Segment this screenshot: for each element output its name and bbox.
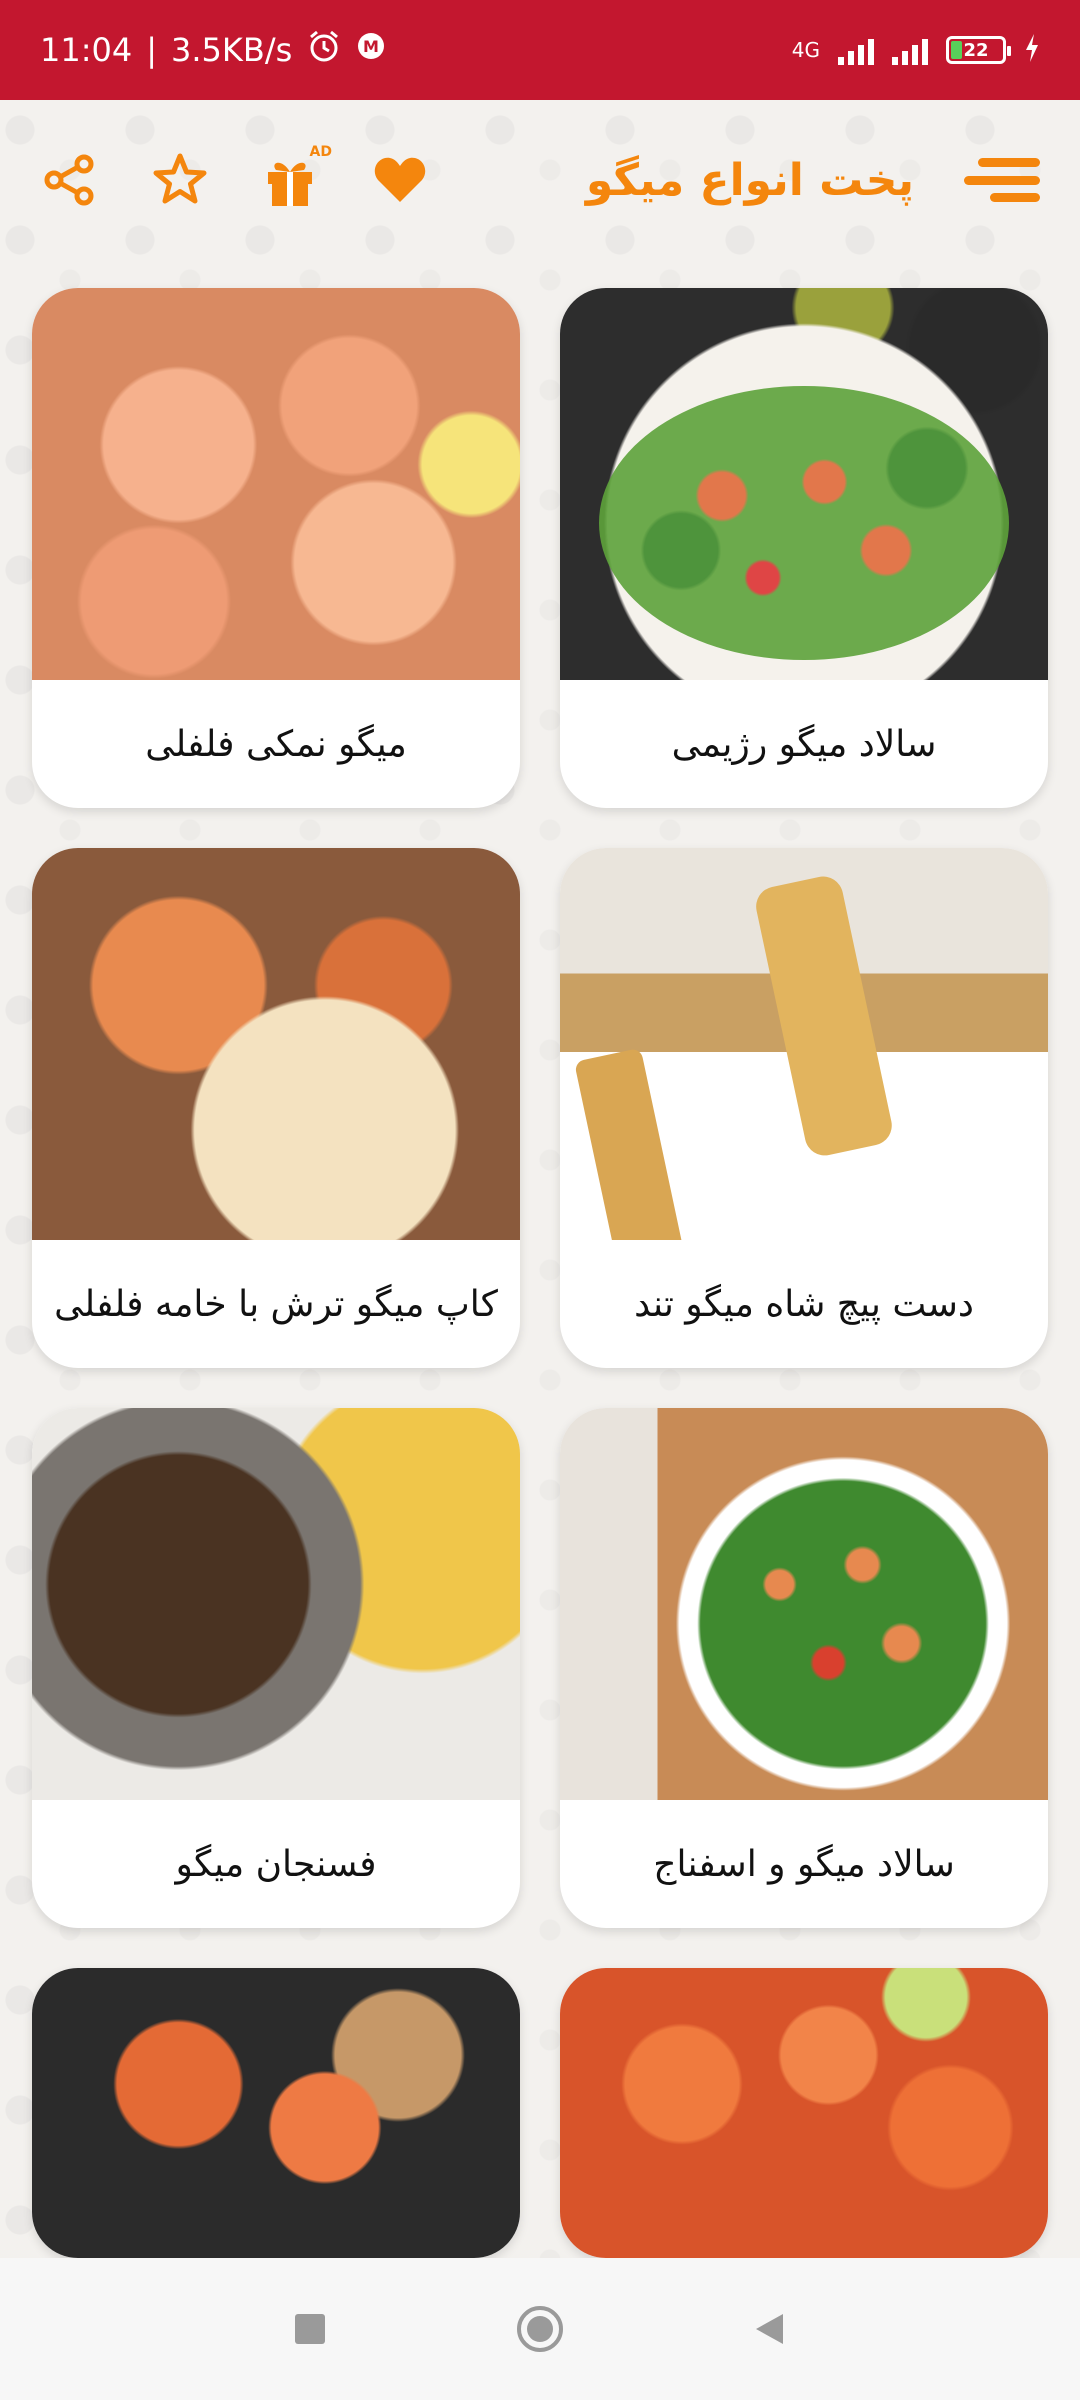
recipe-card[interactable]: دست پیچ شاه میگو تند	[560, 848, 1048, 1368]
charging-icon	[1024, 33, 1040, 67]
status-separator: |	[146, 31, 157, 69]
back-triangle-icon[interactable]	[740, 2299, 800, 2359]
recipe-image	[32, 1408, 520, 1800]
recipe-image	[32, 288, 520, 680]
recipe-card[interactable]: فسنجان میگو	[32, 1408, 520, 1928]
recipe-image	[560, 288, 1048, 680]
ad-badge: AD	[309, 144, 332, 160]
recipe-card[interactable]: میگو نمکی فلفلی	[32, 288, 520, 808]
recipe-image	[560, 1968, 1048, 2258]
recipe-grid: میگو نمکی فلفلی سالاد میگو رژیمی کاپ میگ…	[32, 288, 1048, 2258]
signal-icon-2	[892, 35, 928, 65]
recipe-image	[32, 1968, 520, 2258]
star-icon[interactable]	[150, 150, 210, 210]
status-bar: 11:04 | 3.5KB/s M 4G 22	[0, 0, 1080, 100]
svg-text:M: M	[363, 37, 379, 56]
status-time: 11:04	[40, 31, 133, 69]
app-header: AD پخت انواع میگو	[0, 100, 1080, 260]
recipe-title: سالاد میگو رژیمی	[671, 723, 937, 765]
recipe-card[interactable]	[32, 1968, 520, 2258]
menu-icon[interactable]	[964, 158, 1040, 202]
app-notification-icon: M	[356, 31, 386, 69]
signal-icon-1	[838, 35, 874, 65]
recipe-title: دست پیچ شاه میگو تند	[634, 1283, 974, 1325]
battery-text: 22	[963, 39, 989, 61]
recipe-image	[560, 848, 1048, 1240]
recipe-title: سالاد میگو و اسفناج	[653, 1843, 955, 1885]
gift-icon[interactable]: AD	[260, 144, 332, 210]
battery-icon: 22	[946, 36, 1011, 64]
recipe-card[interactable]	[560, 1968, 1048, 2258]
heart-icon[interactable]	[370, 150, 430, 210]
recipe-card[interactable]: سالاد میگو رژیمی	[560, 288, 1048, 808]
square-icon[interactable]	[280, 2299, 340, 2359]
recipe-title: میگو نمکی فلفلی	[145, 723, 407, 765]
recipe-title: فسنجان میگو	[175, 1843, 377, 1885]
recipe-image	[560, 1408, 1048, 1800]
network-type: 4G	[791, 38, 820, 62]
status-right: 4G 22	[791, 33, 1040, 67]
recipe-card[interactable]: کاپ میگو ترش با خامه فلفلی	[32, 848, 520, 1368]
battery-level	[951, 41, 962, 59]
status-speed: 3.5KB/s	[171, 31, 293, 69]
header-actions: AD	[40, 144, 430, 210]
page-title: پخت انواع میگو	[585, 154, 914, 206]
alarm-icon	[306, 28, 342, 72]
recipe-card[interactable]: سالاد میگو و اسفناج	[560, 1408, 1048, 1928]
status-left: 11:04 | 3.5KB/s M	[40, 28, 386, 72]
recipe-image	[32, 848, 520, 1240]
recipe-title: کاپ میگو ترش با خامه فلفلی	[54, 1283, 498, 1325]
home-circle-icon[interactable]	[510, 2299, 570, 2359]
header-title-group: پخت انواع میگو	[586, 155, 1040, 206]
system-nav-bar	[0, 2258, 1080, 2400]
share-icon[interactable]	[40, 150, 100, 210]
